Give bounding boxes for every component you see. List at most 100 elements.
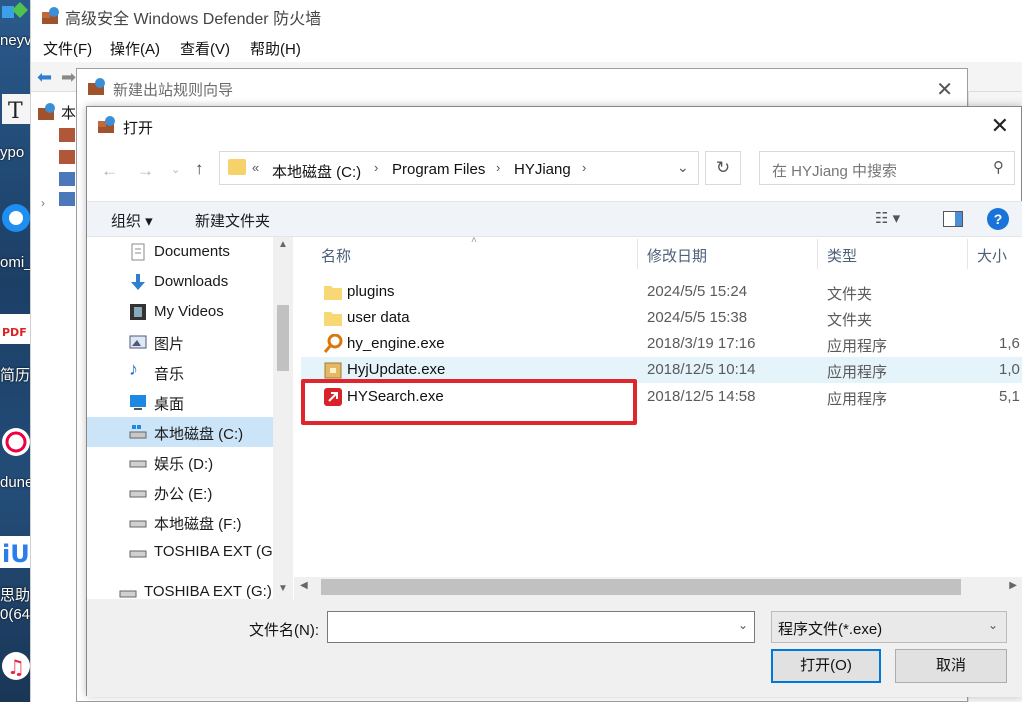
column-divider[interactable] bbox=[817, 239, 818, 269]
file-row-plugins[interactable]: plugins 2024/5/5 15:24 文件夹 bbox=[301, 279, 1022, 305]
nav-item-drive-f[interactable]: 本地磁盘 (F:) bbox=[87, 507, 273, 537]
scroll-down-icon[interactable]: ▼ bbox=[278, 583, 288, 594]
folder-icon bbox=[323, 308, 343, 328]
app-maze-icon[interactable] bbox=[0, 424, 30, 460]
nav-scroll-thumb[interactable] bbox=[277, 305, 289, 371]
menu-help[interactable]: 帮助(H) bbox=[250, 38, 301, 59]
installer-icon bbox=[323, 360, 343, 380]
back-arrow-icon[interactable]: ⬅ bbox=[37, 67, 52, 88]
defender-titlebar: 高级安全 Windows Defender 防火墙 bbox=[31, 0, 1022, 32]
help-icon[interactable]: ? bbox=[987, 208, 1009, 230]
rule-icon[interactable] bbox=[59, 128, 75, 142]
menu-view[interactable]: 查看(V) bbox=[180, 38, 230, 59]
downloads-icon bbox=[129, 273, 147, 291]
nav-item-drive-g[interactable]: TOSHIBA EXT (G:) bbox=[87, 537, 282, 567]
preview-pane-icon[interactable] bbox=[943, 211, 963, 227]
menu-file[interactable]: 文件(F) bbox=[43, 38, 92, 59]
cancel-button[interactable]: 取消 bbox=[895, 649, 1007, 683]
typora-icon[interactable]: T bbox=[0, 92, 30, 128]
monitor-icon[interactable] bbox=[59, 172, 75, 186]
pdf-icon[interactable]: PDF bbox=[0, 310, 30, 346]
filetype-value: 程序文件(*.exe) bbox=[778, 621, 883, 638]
file-row-hy-engine[interactable]: hy_engine.exe 2018/3/19 17:16 应用程序 1,6 bbox=[301, 331, 1022, 357]
address-bar[interactable]: « 本地磁盘 (C:) › Program Files › HYJiang › bbox=[219, 151, 699, 185]
scroll-right-icon[interactable]: ▶ bbox=[1009, 580, 1017, 591]
chevron-down-icon[interactable]: ⌄ bbox=[738, 618, 748, 632]
nav-scrollbar[interactable]: ▲ ▼ bbox=[273, 237, 293, 599]
chevron-down-icon[interactable]: ⌄ bbox=[988, 618, 998, 632]
column-divider[interactable] bbox=[967, 239, 968, 269]
nav-label: Downloads bbox=[154, 273, 229, 290]
nav-item-pictures[interactable]: 图片 bbox=[87, 327, 273, 357]
breadcrumb-program-files[interactable]: Program Files bbox=[392, 161, 485, 178]
nav-item-documents[interactable]: Documents bbox=[87, 237, 273, 267]
breadcrumb-drive[interactable]: 本地磁盘 (C:) bbox=[272, 161, 361, 182]
nav-item-drive-e[interactable]: 办公 (E:) bbox=[87, 477, 273, 507]
app-circle-icon[interactable] bbox=[0, 200, 30, 236]
desktop-strip: neyv T ypo omi_ PDF 简历 dune iU 思助 0(64 ♫ bbox=[0, 0, 30, 702]
tree-root-label[interactable]: 本 bbox=[61, 102, 76, 123]
organize-button[interactable]: 组织 ▾ bbox=[111, 210, 153, 231]
column-header-name[interactable]: 名称 bbox=[321, 245, 351, 266]
desktop-app-icon[interactable] bbox=[0, 0, 30, 36]
up-arrow-icon[interactable]: ↑ bbox=[195, 159, 204, 179]
monitor-icon[interactable] bbox=[59, 192, 75, 206]
nav-label: My Videos bbox=[154, 303, 224, 320]
chevron-right-icon[interactable]: › bbox=[374, 160, 378, 175]
scroll-left-icon[interactable]: ◀ bbox=[300, 580, 308, 591]
nav-item-drive-d[interactable]: 娱乐 (D:) bbox=[87, 447, 273, 477]
new-folder-button[interactable]: 新建文件夹 bbox=[195, 210, 270, 231]
drive-icon bbox=[129, 513, 147, 531]
forward-arrow-icon[interactable]: → bbox=[137, 161, 154, 181]
drive-icon bbox=[129, 453, 147, 471]
filetype-select[interactable]: 程序文件(*.exe) ⌄ bbox=[771, 611, 1007, 643]
expand-chevron-icon[interactable]: › bbox=[41, 196, 45, 210]
forward-arrow-icon[interactable]: ➡ bbox=[61, 67, 76, 88]
open-button[interactable]: 打开(O) bbox=[771, 649, 881, 683]
search-icon[interactable]: ⚲ bbox=[993, 158, 1004, 176]
documents-icon bbox=[129, 243, 147, 261]
desktop-label: 简历 bbox=[0, 367, 30, 384]
defender-title: 高级安全 Windows Defender 防火墙 bbox=[65, 11, 322, 28]
address-dropdown-icon[interactable]: ⌄ bbox=[677, 159, 689, 176]
nav-label: 音乐 bbox=[154, 366, 185, 383]
menu-action[interactable]: 操作(A) bbox=[110, 38, 160, 59]
defender-tree: 本 › bbox=[31, 92, 77, 702]
hscroll-thumb[interactable] bbox=[321, 579, 961, 595]
music-icon: ♪ bbox=[129, 359, 138, 379]
breadcrumb-overflow[interactable]: « bbox=[252, 160, 259, 175]
column-header-type[interactable]: 类型 bbox=[827, 245, 857, 266]
dialog-title: 打开 bbox=[123, 120, 154, 137]
nav-item-desktop[interactable]: 桌面 bbox=[87, 387, 273, 417]
rule-icon[interactable] bbox=[59, 150, 75, 164]
breadcrumb-hyjiang[interactable]: HYJiang bbox=[514, 161, 571, 178]
view-options-icon[interactable]: ☷ ▾ bbox=[875, 209, 900, 227]
column-divider[interactable] bbox=[637, 239, 638, 269]
chevron-right-icon[interactable]: › bbox=[582, 160, 586, 175]
recent-dropdown-icon[interactable]: ⌄ bbox=[171, 163, 180, 176]
firewall-icon bbox=[41, 6, 61, 30]
search-box[interactable]: 在 HYJiang 中搜索 ⚲ bbox=[759, 151, 1015, 185]
file-name: HyjUpdate.exe bbox=[347, 361, 446, 378]
nav-label: Documents bbox=[154, 243, 230, 260]
nav-item-drive-c[interactable]: 本地磁盘 (C:) bbox=[87, 417, 273, 447]
dialog-close-icon[interactable]: ✕ bbox=[991, 113, 1009, 139]
file-size: 1,6 bbox=[999, 335, 1020, 352]
itunes-icon[interactable]: ♫ bbox=[0, 646, 30, 682]
column-header-date[interactable]: 修改日期 bbox=[647, 245, 707, 266]
svg-text:T: T bbox=[8, 99, 23, 124]
app-iu-icon[interactable]: iU bbox=[0, 534, 30, 570]
back-arrow-icon[interactable]: ← bbox=[101, 161, 118, 181]
chevron-right-icon[interactable]: › bbox=[496, 160, 500, 175]
wizard-close-icon[interactable]: ✕ bbox=[936, 77, 953, 102]
column-header-size[interactable]: 大小 bbox=[977, 245, 1007, 266]
nav-item-videos[interactable]: My Videos bbox=[87, 297, 273, 327]
file-row-user-data[interactable]: user data 2024/5/5 15:38 文件夹 bbox=[301, 305, 1022, 331]
refresh-icon[interactable]: ↻ bbox=[705, 151, 741, 185]
nav-item-downloads[interactable]: Downloads bbox=[87, 267, 273, 297]
filename-input[interactable]: ⌄ bbox=[327, 611, 755, 643]
scroll-up-icon[interactable]: ▲ bbox=[278, 239, 288, 250]
search-input[interactable]: 在 HYJiang 中搜索 bbox=[772, 160, 897, 181]
nav-item-music[interactable]: ♪ 音乐 bbox=[87, 357, 273, 387]
file-size: 5,1 bbox=[999, 388, 1020, 405]
